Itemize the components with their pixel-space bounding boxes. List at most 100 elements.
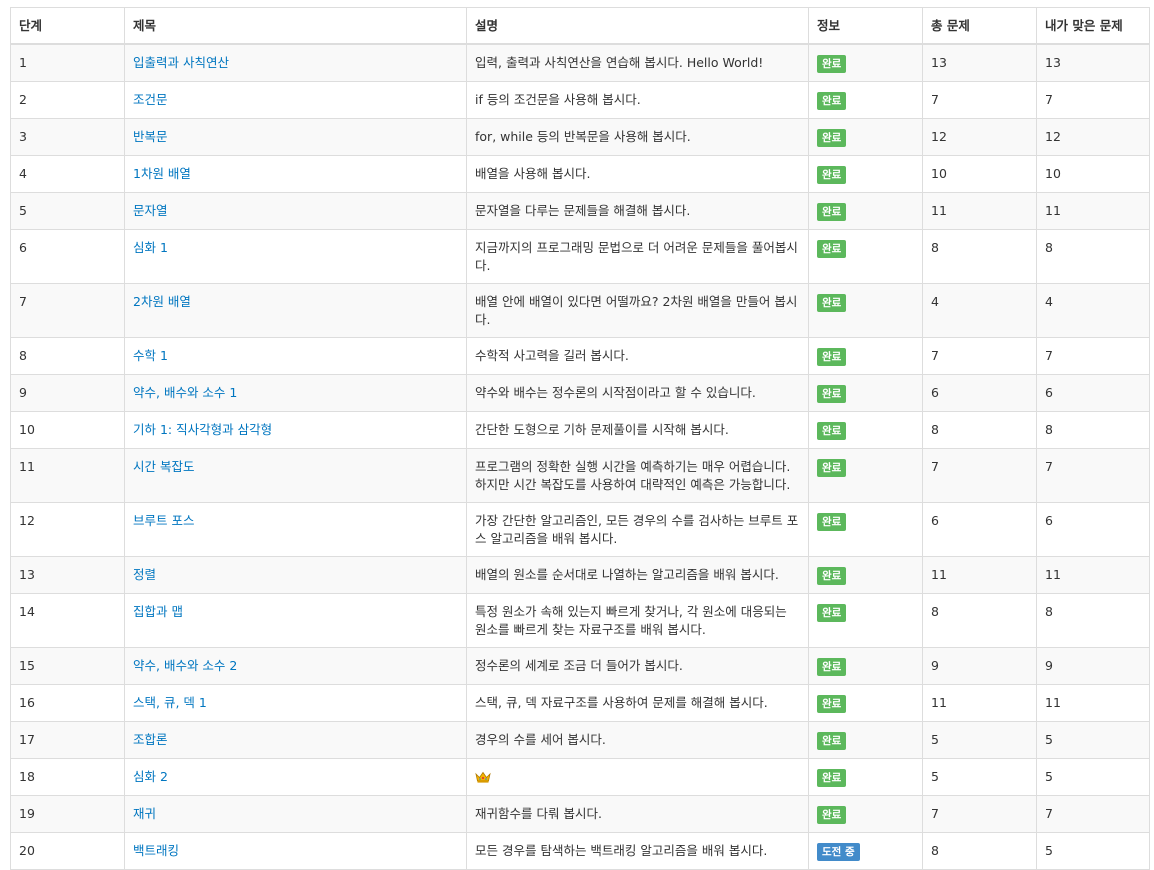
- step-description: 특정 원소가 속해 있는지 빠르게 찾거나, 각 원소에 대응되는 원소를 빠르…: [466, 593, 809, 648]
- status-badge: 완료: [817, 604, 847, 622]
- step-title-link[interactable]: 약수, 배수와 소수 2: [133, 658, 237, 673]
- header-total: 총 문제: [922, 7, 1037, 45]
- step-description-text: 약수와 배수는 정수론의 시작점이라고 할 수 있습니다.: [475, 385, 756, 400]
- step-description: 배열을 사용해 봅시다.: [466, 155, 809, 193]
- step-info-cell: 도전 중: [808, 832, 923, 870]
- step-number-text: 7: [19, 294, 27, 309]
- step-description-text: 모든 경우를 탐색하는 백트래킹 알고리즘을 배워 봅시다.: [475, 843, 768, 858]
- step-title-cell: 백트래킹: [124, 832, 467, 870]
- step-solved-text: 12: [1045, 129, 1061, 144]
- step-number: 8: [10, 337, 125, 375]
- step-total: 13: [922, 43, 1037, 82]
- step-solved: 10: [1036, 155, 1150, 193]
- step-title-link[interactable]: 심화 1: [133, 240, 168, 255]
- step-total-text: 12: [931, 129, 947, 144]
- step-number-text: 5: [19, 203, 27, 218]
- step-title-link[interactable]: 브루트 포스: [133, 513, 194, 528]
- step-title-link[interactable]: 기하 1: 직사각형과 삼각형: [133, 422, 272, 437]
- step-solved-text: 5: [1045, 732, 1053, 747]
- step-title-link[interactable]: 문자열: [133, 203, 168, 218]
- table-row: 12 브루트 포스 가장 간단한 알고리즘인, 모든 경우의 수를 검사하는 브…: [10, 502, 1150, 557]
- step-description-text: 입력, 출력과 사칙연산을 연습해 봅시다. Hello World!: [475, 55, 764, 70]
- step-description-text: 배열의 원소를 순서대로 나열하는 알고리즘을 배워 봅시다.: [475, 567, 779, 582]
- step-title-link[interactable]: 집합과 맵: [133, 604, 183, 619]
- status-badge: 완료: [817, 658, 847, 676]
- step-title-cell: 약수, 배수와 소수 1: [124, 374, 467, 412]
- step-number-text: 18: [19, 769, 35, 784]
- step-title-cell: 시간 복잡도: [124, 448, 467, 503]
- step-total-text: 5: [931, 732, 939, 747]
- step-info-cell: 완료: [808, 448, 923, 503]
- step-info-cell: 완료: [808, 758, 923, 796]
- step-info-cell: 완료: [808, 593, 923, 648]
- step-title-cell: 조건문: [124, 81, 467, 119]
- step-solved: 11: [1036, 556, 1150, 594]
- table-row: 8 수학 1 수학적 사고력을 길러 봅시다. 완료 7 7: [10, 337, 1150, 375]
- step-number-text: 16: [19, 695, 35, 710]
- step-solved: 7: [1036, 448, 1150, 503]
- step-number-text: 17: [19, 732, 35, 747]
- step-total-text: 7: [931, 806, 939, 821]
- step-title-link[interactable]: 약수, 배수와 소수 1: [133, 385, 237, 400]
- step-number-text: 4: [19, 166, 27, 181]
- status-badge: 완료: [817, 513, 847, 531]
- step-title-link[interactable]: 백트래킹: [133, 843, 179, 858]
- step-number-text: 2: [19, 92, 27, 107]
- step-title-link[interactable]: 조건문: [133, 92, 168, 107]
- step-title-link[interactable]: 반복문: [133, 129, 168, 144]
- step-description-text: 문자열을 다루는 문제들을 해결해 봅시다.: [475, 203, 691, 218]
- step-solved: 7: [1036, 81, 1150, 119]
- step-total: 6: [922, 374, 1037, 412]
- step-description: if 등의 조건문을 사용해 봅시다.: [466, 81, 809, 119]
- header-solved: 내가 맞은 문제: [1036, 7, 1150, 45]
- step-title-link[interactable]: 2차원 배열: [133, 294, 191, 309]
- step-number-text: 12: [19, 513, 35, 528]
- status-badge: 완료: [817, 203, 847, 221]
- table-row: 7 2차원 배열 배열 안에 배열이 있다면 어떨까요? 2차원 배열을 만들어…: [10, 283, 1150, 338]
- step-solved-text: 6: [1045, 385, 1053, 400]
- step-solved: 8: [1036, 229, 1150, 284]
- step-title-link[interactable]: 스택, 큐, 덱 1: [133, 695, 207, 710]
- step-number: 4: [10, 155, 125, 193]
- step-total-text: 8: [931, 604, 939, 619]
- step-title-link[interactable]: 재귀: [133, 806, 156, 821]
- step-title-link[interactable]: 1차원 배열: [133, 166, 191, 181]
- step-number: 2: [10, 81, 125, 119]
- step-title-cell: 심화 2: [124, 758, 467, 796]
- step-title-cell: 심화 1: [124, 229, 467, 284]
- table-row: 15 약수, 배수와 소수 2 정수론의 세계로 조금 더 들어가 봅시다. 완…: [10, 647, 1150, 685]
- step-description: 재귀함수를 다뤄 봅시다.: [466, 795, 809, 833]
- step-title-cell: 약수, 배수와 소수 2: [124, 647, 467, 685]
- step-description: 간단한 도형으로 기하 문제풀이를 시작해 봅시다.: [466, 411, 809, 449]
- step-title-link[interactable]: 정렬: [133, 567, 156, 582]
- step-title-cell: 조합론: [124, 721, 467, 759]
- step-total-text: 11: [931, 695, 947, 710]
- step-solved-text: 10: [1045, 166, 1061, 181]
- step-number: 15: [10, 647, 125, 685]
- step-solved: 6: [1036, 374, 1150, 412]
- step-title-link[interactable]: 심화 2: [133, 769, 168, 784]
- step-title-link[interactable]: 입출력과 사칙연산: [133, 55, 229, 70]
- step-title-link[interactable]: 조합론: [133, 732, 168, 747]
- table-row: 9 약수, 배수와 소수 1 약수와 배수는 정수론의 시작점이라고 할 수 있…: [10, 374, 1150, 412]
- step-solved: 8: [1036, 593, 1150, 648]
- header-step: 단계: [10, 7, 125, 45]
- step-total-text: 8: [931, 240, 939, 255]
- step-solved-text: 13: [1045, 55, 1061, 70]
- step-description-text: 경우의 수를 세어 봅시다.: [475, 732, 606, 747]
- step-title-cell: 반복문: [124, 118, 467, 156]
- step-info-cell: 완료: [808, 283, 923, 338]
- step-number-text: 6: [19, 240, 27, 255]
- step-description: 수학적 사고력을 길러 봅시다.: [466, 337, 809, 375]
- step-solved-text: 7: [1045, 806, 1053, 821]
- step-title-link[interactable]: 수학 1: [133, 348, 168, 363]
- step-title-cell: 스택, 큐, 덱 1: [124, 684, 467, 722]
- step-number-text: 9: [19, 385, 27, 400]
- step-solved-text: 11: [1045, 695, 1061, 710]
- table-row: 14 집합과 맵 특정 원소가 속해 있는지 빠르게 찾거나, 각 원소에 대응…: [10, 593, 1150, 648]
- step-total-text: 13: [931, 55, 947, 70]
- step-total-text: 8: [931, 422, 939, 437]
- step-description-text: 수학적 사고력을 길러 봅시다.: [475, 348, 629, 363]
- step-title-link[interactable]: 시간 복잡도: [133, 459, 194, 474]
- step-title-cell: 수학 1: [124, 337, 467, 375]
